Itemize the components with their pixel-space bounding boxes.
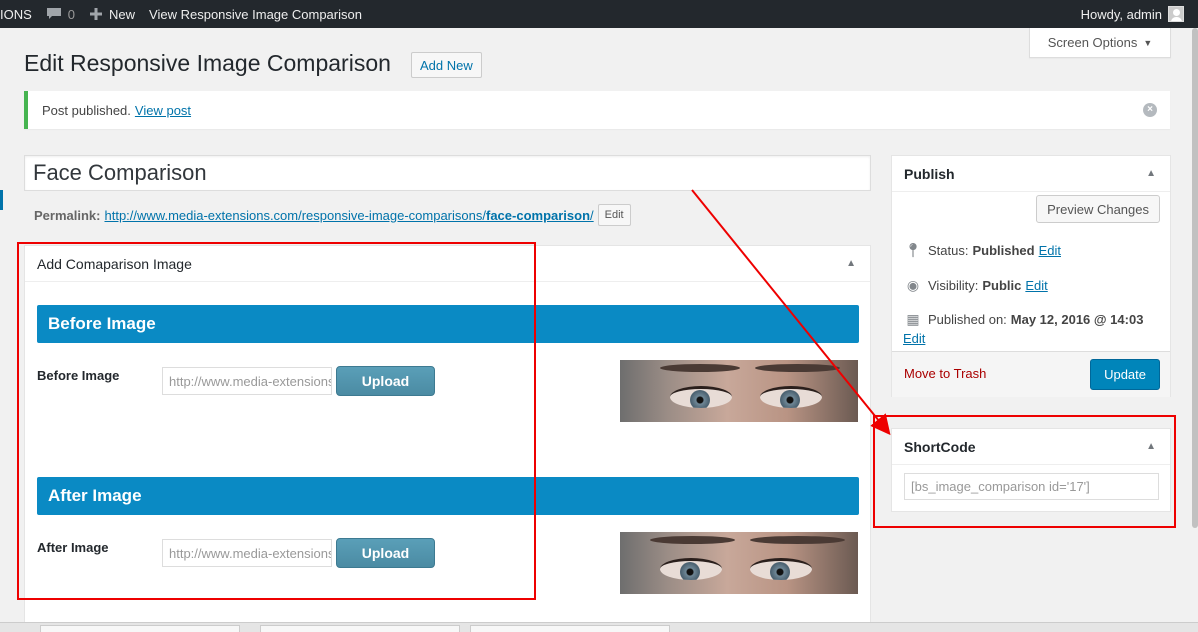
- site-name-link[interactable]: IONS: [0, 0, 39, 28]
- comments-link[interactable]: 0: [39, 0, 82, 28]
- permalink-base: http://www.media-extensions.com/responsi…: [104, 207, 486, 223]
- annotation-box-comparison: [17, 242, 536, 600]
- add-new-button[interactable]: Add New: [411, 52, 482, 78]
- preview-changes-button[interactable]: Preview Changes: [1036, 195, 1160, 223]
- post-title-input[interactable]: Face Comparison: [24, 155, 871, 191]
- update-button[interactable]: Update: [1090, 359, 1160, 390]
- new-content-link[interactable]: New: [82, 0, 142, 28]
- view-post-notice-link[interactable]: View post: [135, 103, 191, 118]
- admin-bar: IONS 0 New View Responsive Image Compari…: [0, 0, 1198, 28]
- comment-icon: [46, 8, 61, 19]
- new-label: New: [109, 6, 136, 22]
- greeting: Howdy, admin: [1080, 6, 1162, 22]
- publish-actions: Move to Trash Update: [892, 351, 1170, 397]
- permalink-label: Permalink:: [34, 207, 101, 223]
- publish-box-header[interactable]: Publish ▲: [892, 156, 1170, 192]
- permalink-trailing: /: [590, 207, 594, 223]
- caret-down-icon: ▼: [1143, 37, 1153, 48]
- plus-icon: [90, 8, 103, 20]
- published-value: May 12, 2016 @ 14:03: [1010, 312, 1144, 327]
- collapse-icon[interactable]: ▲: [1146, 168, 1156, 179]
- scrollbar-thumb[interactable]: [1192, 28, 1198, 528]
- site-name-label: IONS: [0, 6, 32, 22]
- annotation-box-shortcode: [873, 415, 1176, 528]
- published-label: Published on:: [928, 312, 1007, 327]
- screen-options-button[interactable]: Screen Options ▼: [1029, 28, 1171, 58]
- avatar: [1168, 6, 1184, 22]
- visibility-value: Public: [982, 278, 1022, 293]
- post-published-notice: Post published. View post ×: [24, 91, 1170, 129]
- permalink-row: Permalink: http://www.media-extensions.c…: [34, 204, 631, 226]
- publish-box: Publish ▲ Preview Changes 📍︎ Status: Pub…: [891, 155, 1171, 397]
- my-account-link[interactable]: Howdy, admin: [1081, 0, 1184, 28]
- eye-icon: ◉: [906, 277, 920, 293]
- comments-count: 0: [67, 6, 76, 22]
- published-on-row: ▦ Published on: May 12, 2016 @ 14:03: [904, 311, 1143, 328]
- permalink-link[interactable]: http://www.media-extensions.com/responsi…: [104, 208, 593, 223]
- edit-visibility-link[interactable]: Edit: [1025, 278, 1047, 293]
- bottom-taskbar: [0, 622, 1198, 632]
- notice-text: Post published.: [42, 102, 131, 118]
- dismiss-icon[interactable]: ×: [1143, 103, 1157, 117]
- status-label: Status:: [928, 243, 969, 258]
- view-label: View Responsive Image Comparison: [149, 6, 362, 22]
- page-title: Edit Responsive Image Comparison: [24, 50, 391, 76]
- calendar-icon: ▦: [906, 311, 920, 327]
- edit-status-link[interactable]: Edit: [1039, 243, 1061, 258]
- after-image-thumbnail: [620, 532, 858, 594]
- menu-edge-indicator: [0, 190, 3, 210]
- visibility-row: ◉ Visibility: Public Edit: [904, 277, 1048, 294]
- edit-date-link[interactable]: Edit: [903, 331, 925, 346]
- edit-permalink-button[interactable]: Edit: [597, 204, 631, 226]
- publish-title: Publish: [904, 165, 955, 182]
- visibility-label: Visibility:: [928, 278, 979, 293]
- before-image-thumbnail: [620, 360, 858, 422]
- screen-options-label: Screen Options: [1047, 35, 1138, 50]
- collapse-icon[interactable]: ▲: [846, 258, 856, 269]
- view-post-link[interactable]: View Responsive Image Comparison: [142, 0, 369, 28]
- permalink-slug: face-comparison: [485, 207, 591, 223]
- pin-icon: 📍︎: [904, 242, 922, 258]
- status-row: 📍︎ Status: Published Edit: [904, 242, 1061, 259]
- status-value: Published: [972, 243, 1035, 258]
- move-to-trash-link[interactable]: Move to Trash: [904, 366, 986, 381]
